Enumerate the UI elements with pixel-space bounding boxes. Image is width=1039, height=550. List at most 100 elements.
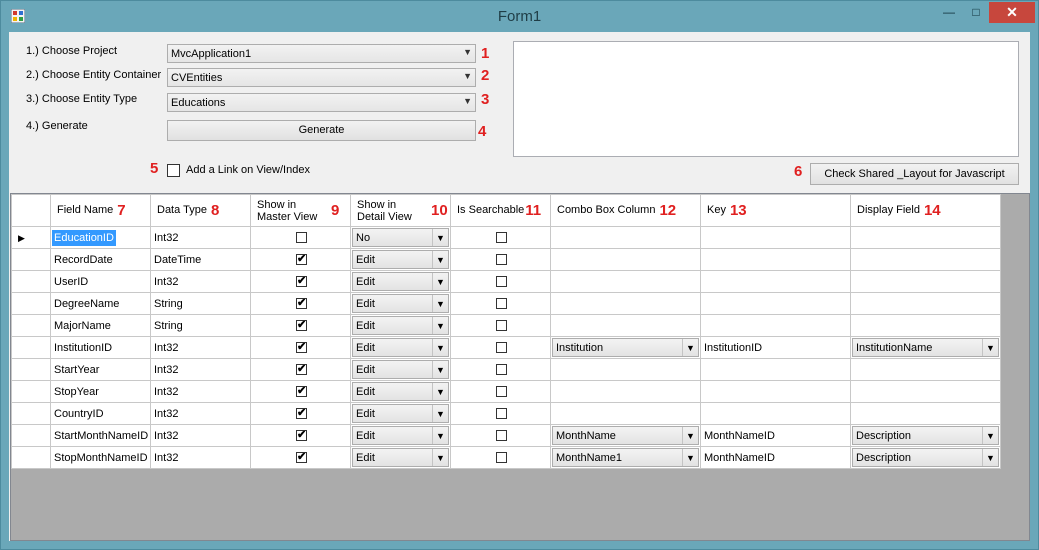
- row-header[interactable]: [11, 380, 51, 403]
- key-cell[interactable]: [700, 402, 851, 425]
- table-row[interactable]: CountryID Int32 ✔ Edit ▼: [11, 402, 1001, 425]
- master-view-cell[interactable]: ✔: [250, 336, 351, 359]
- fields-grid[interactable]: Field Name 7 Data Type 8 Show in Master Vi…: [10, 193, 1030, 541]
- data-type-cell[interactable]: String: [150, 292, 251, 315]
- combo-box-column-cell-combo[interactable]: Institution ▼: [552, 338, 699, 357]
- searchable-cell-checkbox[interactable]: [496, 298, 507, 309]
- field-name-cell[interactable]: RecordDate: [50, 248, 151, 271]
- detail-view-cell[interactable]: Edit ▼: [350, 446, 451, 469]
- key-cell[interactable]: MonthNameID: [700, 424, 851, 447]
- master-view-cell[interactable]: ✔: [250, 314, 351, 337]
- key-cell[interactable]: [700, 358, 851, 381]
- master-view-cell[interactable]: ✔: [250, 358, 351, 381]
- combo-box-column-cell[interactable]: [550, 402, 701, 425]
- display-field-cell-combo[interactable]: Description ▼: [852, 448, 999, 467]
- display-field-cell[interactable]: [850, 270, 1001, 293]
- detail-view-combo[interactable]: No ▼: [352, 228, 449, 247]
- combo-box-column-cell[interactable]: [550, 380, 701, 403]
- table-row[interactable]: ▶ EducationID Int32 No ▼: [11, 226, 1001, 249]
- key-cell[interactable]: [700, 270, 851, 293]
- column-header-detail-view[interactable]: Show in Detail View 10: [350, 194, 451, 227]
- field-name-cell[interactable]: StopMonthNameID: [50, 446, 151, 469]
- display-field-cell-combo[interactable]: Description ▼: [852, 426, 999, 445]
- combo-box-column-cell[interactable]: [550, 270, 701, 293]
- table-row[interactable]: DegreeName String ✔ Edit ▼: [11, 292, 1001, 315]
- field-name-cell[interactable]: DegreeName: [50, 292, 151, 315]
- searchable-cell-checkbox[interactable]: [496, 430, 507, 441]
- row-header[interactable]: [11, 270, 51, 293]
- row-header[interactable]: [11, 446, 51, 469]
- detail-view-combo[interactable]: Edit ▼: [352, 250, 449, 269]
- detail-view-combo[interactable]: Edit ▼: [352, 360, 449, 379]
- searchable-cell-checkbox[interactable]: [496, 386, 507, 397]
- master-view-cell-checkbox[interactable]: ✔: [296, 408, 307, 419]
- display-field-cell[interactable]: Description ▼: [850, 446, 1001, 469]
- searchable-cell[interactable]: [450, 226, 551, 249]
- detail-view-combo[interactable]: Edit ▼: [352, 294, 449, 313]
- master-view-cell-checkbox[interactable]: ✔: [296, 430, 307, 441]
- field-name-cell[interactable]: UserID: [50, 270, 151, 293]
- field-name-cell[interactable]: CountryID: [50, 402, 151, 425]
- searchable-cell[interactable]: [450, 336, 551, 359]
- detail-view-cell[interactable]: Edit ▼: [350, 402, 451, 425]
- searchable-cell[interactable]: [450, 380, 551, 403]
- master-view-cell-checkbox[interactable]: ✔: [296, 254, 307, 265]
- row-header[interactable]: [11, 292, 51, 315]
- table-row[interactable]: RecordDate DateTime ✔ Edit ▼: [11, 248, 1001, 271]
- key-cell[interactable]: [700, 314, 851, 337]
- key-cell[interactable]: [700, 380, 851, 403]
- row-header[interactable]: ▶: [11, 226, 51, 249]
- detail-view-cell[interactable]: Edit ▼: [350, 380, 451, 403]
- combo-box-column-cell[interactable]: MonthName ▼: [550, 424, 701, 447]
- table-row[interactable]: UserID Int32 ✔ Edit ▼: [11, 270, 1001, 293]
- column-header-key[interactable]: Key 13: [700, 194, 851, 227]
- close-icon[interactable]: ✕: [989, 2, 1035, 23]
- project-combo[interactable]: MvcApplication1 ▼: [167, 44, 476, 63]
- master-view-cell-checkbox[interactable]: ✔: [296, 452, 307, 463]
- combo-box-column-cell[interactable]: MonthName1 ▼: [550, 446, 701, 469]
- display-field-cell[interactable]: InstitutionName ▼: [850, 336, 1001, 359]
- data-type-cell[interactable]: Int32: [150, 424, 251, 447]
- master-view-cell[interactable]: ✔: [250, 292, 351, 315]
- searchable-cell[interactable]: [450, 248, 551, 271]
- detail-view-combo[interactable]: Edit ▼: [352, 338, 449, 357]
- searchable-cell[interactable]: [450, 358, 551, 381]
- searchable-cell-checkbox[interactable]: [496, 342, 507, 353]
- searchable-cell-checkbox[interactable]: [496, 408, 507, 419]
- column-header-master-view[interactable]: Show in Master View 9: [250, 194, 351, 227]
- row-header[interactable]: [11, 424, 51, 447]
- row-header[interactable]: [11, 358, 51, 381]
- column-header-combo-box[interactable]: Combo Box Column 12: [550, 194, 701, 227]
- data-type-cell[interactable]: DateTime: [150, 248, 251, 271]
- display-field-cell[interactable]: [850, 226, 1001, 249]
- display-field-cell[interactable]: [850, 358, 1001, 381]
- table-row[interactable]: StartYear Int32 ✔ Edit ▼: [11, 358, 1001, 381]
- combo-box-column-cell[interactable]: Institution ▼: [550, 336, 701, 359]
- table-row[interactable]: InstitutionID Int32 ✔ Edit ▼ Institution ▼ Inst…: [11, 336, 1001, 359]
- detail-view-cell[interactable]: Edit ▼: [350, 314, 451, 337]
- row-header[interactable]: [11, 314, 51, 337]
- searchable-cell-checkbox[interactable]: [496, 364, 507, 375]
- master-view-cell-checkbox[interactable]: ✔: [296, 342, 307, 353]
- detail-view-cell[interactable]: Edit ▼: [350, 336, 451, 359]
- data-type-cell[interactable]: Int32: [150, 336, 251, 359]
- table-row[interactable]: StartMonthNameID Int32 ✔ Edit ▼ MonthName ▼ Mon…: [11, 424, 1001, 447]
- key-cell[interactable]: [700, 226, 851, 249]
- table-row[interactable]: StopYear Int32 ✔ Edit ▼: [11, 380, 1001, 403]
- searchable-cell[interactable]: [450, 402, 551, 425]
- display-field-cell-combo[interactable]: InstitutionName ▼: [852, 338, 999, 357]
- searchable-cell-checkbox[interactable]: [496, 276, 507, 287]
- combo-box-column-cell[interactable]: [550, 226, 701, 249]
- row-header[interactable]: [11, 402, 51, 425]
- data-type-cell[interactable]: Int32: [150, 358, 251, 381]
- detail-view-combo[interactable]: Edit ▼: [352, 382, 449, 401]
- master-view-cell[interactable]: ✔: [250, 270, 351, 293]
- display-field-cell[interactable]: [850, 292, 1001, 315]
- master-view-cell-checkbox[interactable]: ✔: [296, 276, 307, 287]
- minimize-icon[interactable]: —: [937, 2, 961, 23]
- detail-view-cell[interactable]: Edit ▼: [350, 270, 451, 293]
- generate-button[interactable]: Generate: [167, 120, 476, 141]
- master-view-cell-checkbox[interactable]: [296, 232, 307, 243]
- display-field-cell[interactable]: [850, 402, 1001, 425]
- column-header-searchable[interactable]: Is Searchable11: [450, 194, 551, 227]
